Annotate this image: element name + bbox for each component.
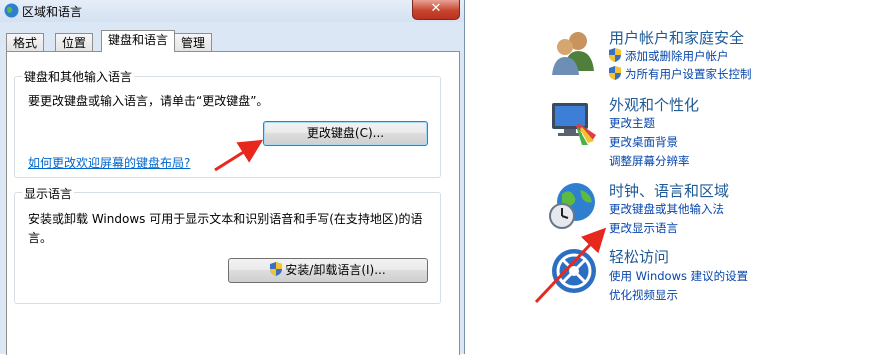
dialog-title: 区域和语言 [22, 5, 83, 19]
uac-shield-icon [609, 66, 621, 80]
welcome-keyboard-help-link[interactable]: 如何更改欢迎屏幕的键盘布局? [28, 154, 190, 171]
keyboard-group-title: 键盘和其他输入语言 [22, 68, 135, 85]
display-language-groupbox [14, 192, 441, 304]
link-recommended-settings[interactable]: 使用 Windows 建议的设置 [609, 268, 748, 284]
link-parental-controls[interactable]: 为所有用户设置家长控制 [625, 66, 752, 82]
display-language-description-line1: 安装或卸载 Windows 可用于显示文本和识别语音和手写(在支持地区)的语 [28, 212, 423, 226]
change-keyboards-button[interactable]: 更改键盘(C)... [263, 121, 428, 146]
link-optimize-video[interactable]: 优化视频显示 [609, 287, 678, 303]
display-language-group-title: 显示语言 [22, 185, 75, 202]
globe-icon [4, 3, 19, 18]
link-adjust-resolution[interactable]: 调整屏幕分辨率 [609, 153, 690, 169]
dialog-titlebar[interactable]: 区域和语言 ✕ [0, 0, 464, 22]
category-title-user-accounts[interactable]: 用户帐户和家庭安全 [609, 27, 744, 48]
link-change-display-language[interactable]: 更改显示语言 [609, 220, 678, 236]
tab-keyboards-languages[interactable]: 键盘和语言 [101, 30, 176, 52]
link-change-keyboard-input[interactable]: 更改键盘或其他输入法 [609, 201, 724, 217]
uac-shield-icon [609, 48, 621, 62]
link-change-desktop-background[interactable]: 更改桌面背景 [609, 134, 678, 150]
category-title-ease-of-access[interactable]: 轻松访问 [609, 246, 669, 267]
close-button[interactable]: ✕ [412, 0, 460, 20]
accessibility-icon [552, 249, 596, 293]
tab-administrative[interactable]: 管理 [174, 33, 213, 52]
link-change-theme[interactable]: 更改主题 [609, 115, 655, 131]
keyboard-description: 要更改键盘或输入语言，请单击“更改键盘”。 [28, 94, 269, 108]
tab-formats[interactable]: 格式 [6, 33, 45, 52]
tab-location[interactable]: 位置 [55, 33, 94, 52]
uac-shield-icon [270, 262, 283, 276]
install-uninstall-languages-label: 安装/卸载语言(I)... [285, 263, 386, 277]
monitor-paint-icon [552, 103, 596, 145]
display-language-description-line2: 言。 [28, 231, 53, 245]
category-title-clock-language-region[interactable]: 时钟、语言和区域 [609, 180, 729, 201]
globe-clock-icon [549, 183, 595, 229]
category-title-appearance[interactable]: 外观和个性化 [609, 94, 699, 115]
install-uninstall-languages-button[interactable]: 安装/卸载语言(I)... [228, 258, 428, 283]
link-add-remove-users[interactable]: 添加或删除用户帐户 [625, 48, 729, 64]
users-icon [552, 32, 594, 75]
